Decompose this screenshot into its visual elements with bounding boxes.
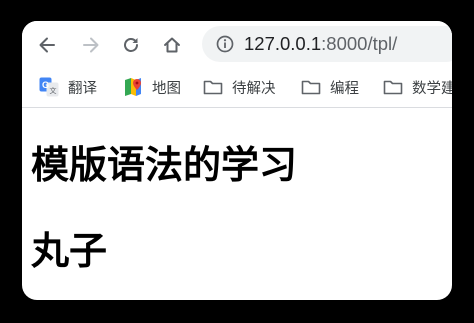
browser-toolbar: 127.0.0.1:8000/tpl/ [22,21,452,67]
reload-icon [124,38,138,52]
page-heading: 模版语法的学习 [31,143,298,187]
folder-icon [383,80,403,95]
bookmark-label: 数学建 [412,80,452,97]
forward-button[interactable] [78,32,104,58]
svg-text:文: 文 [50,86,57,95]
bookmark-folder-pending[interactable]: 待解决 [203,75,276,99]
google-maps-icon [125,78,141,96]
back-arrow-icon [39,37,55,53]
bookmarks-bar: G 文 翻译 地图 待解决 编程 数学建 [22,67,452,108]
url-path: :8000/tpl/ [321,33,398,54]
bookmark-label: 待解决 [232,80,276,97]
reload-button[interactable] [118,32,144,58]
bookmark-label: 编程 [330,80,359,97]
page-content: 模版语法的学习 丸子 [22,108,452,300]
folder-icon [301,80,321,95]
url-host: 127.0.0.1 [244,33,322,54]
home-icon [164,37,180,53]
bookmark-label: 地图 [152,80,181,97]
info-icon[interactable] [216,35,234,53]
address-bar[interactable]: 127.0.0.1:8000/tpl/ [202,26,452,62]
bookmark-folder-math[interactable]: 数学建 [383,75,452,99]
url-text[interactable]: 127.0.0.1:8000/tpl/ [244,33,397,55]
google-translate-icon: G 文 [39,77,59,97]
bookmark-translate[interactable]: G 文 翻译 [39,75,97,99]
page-subheading: 丸子 [31,229,108,273]
back-button[interactable] [34,32,60,58]
svg-text:G: G [42,80,49,90]
bookmark-folder-programming[interactable]: 编程 [301,75,359,99]
bookmark-label: 翻译 [68,80,97,97]
home-button[interactable] [159,32,185,58]
browser-window: 127.0.0.1:8000/tpl/ G 文 翻译 地图 待解决 编程 数学建… [22,21,452,300]
folder-icon [203,80,223,95]
forward-arrow-icon [83,37,99,53]
bookmark-maps[interactable]: 地图 [123,75,181,99]
